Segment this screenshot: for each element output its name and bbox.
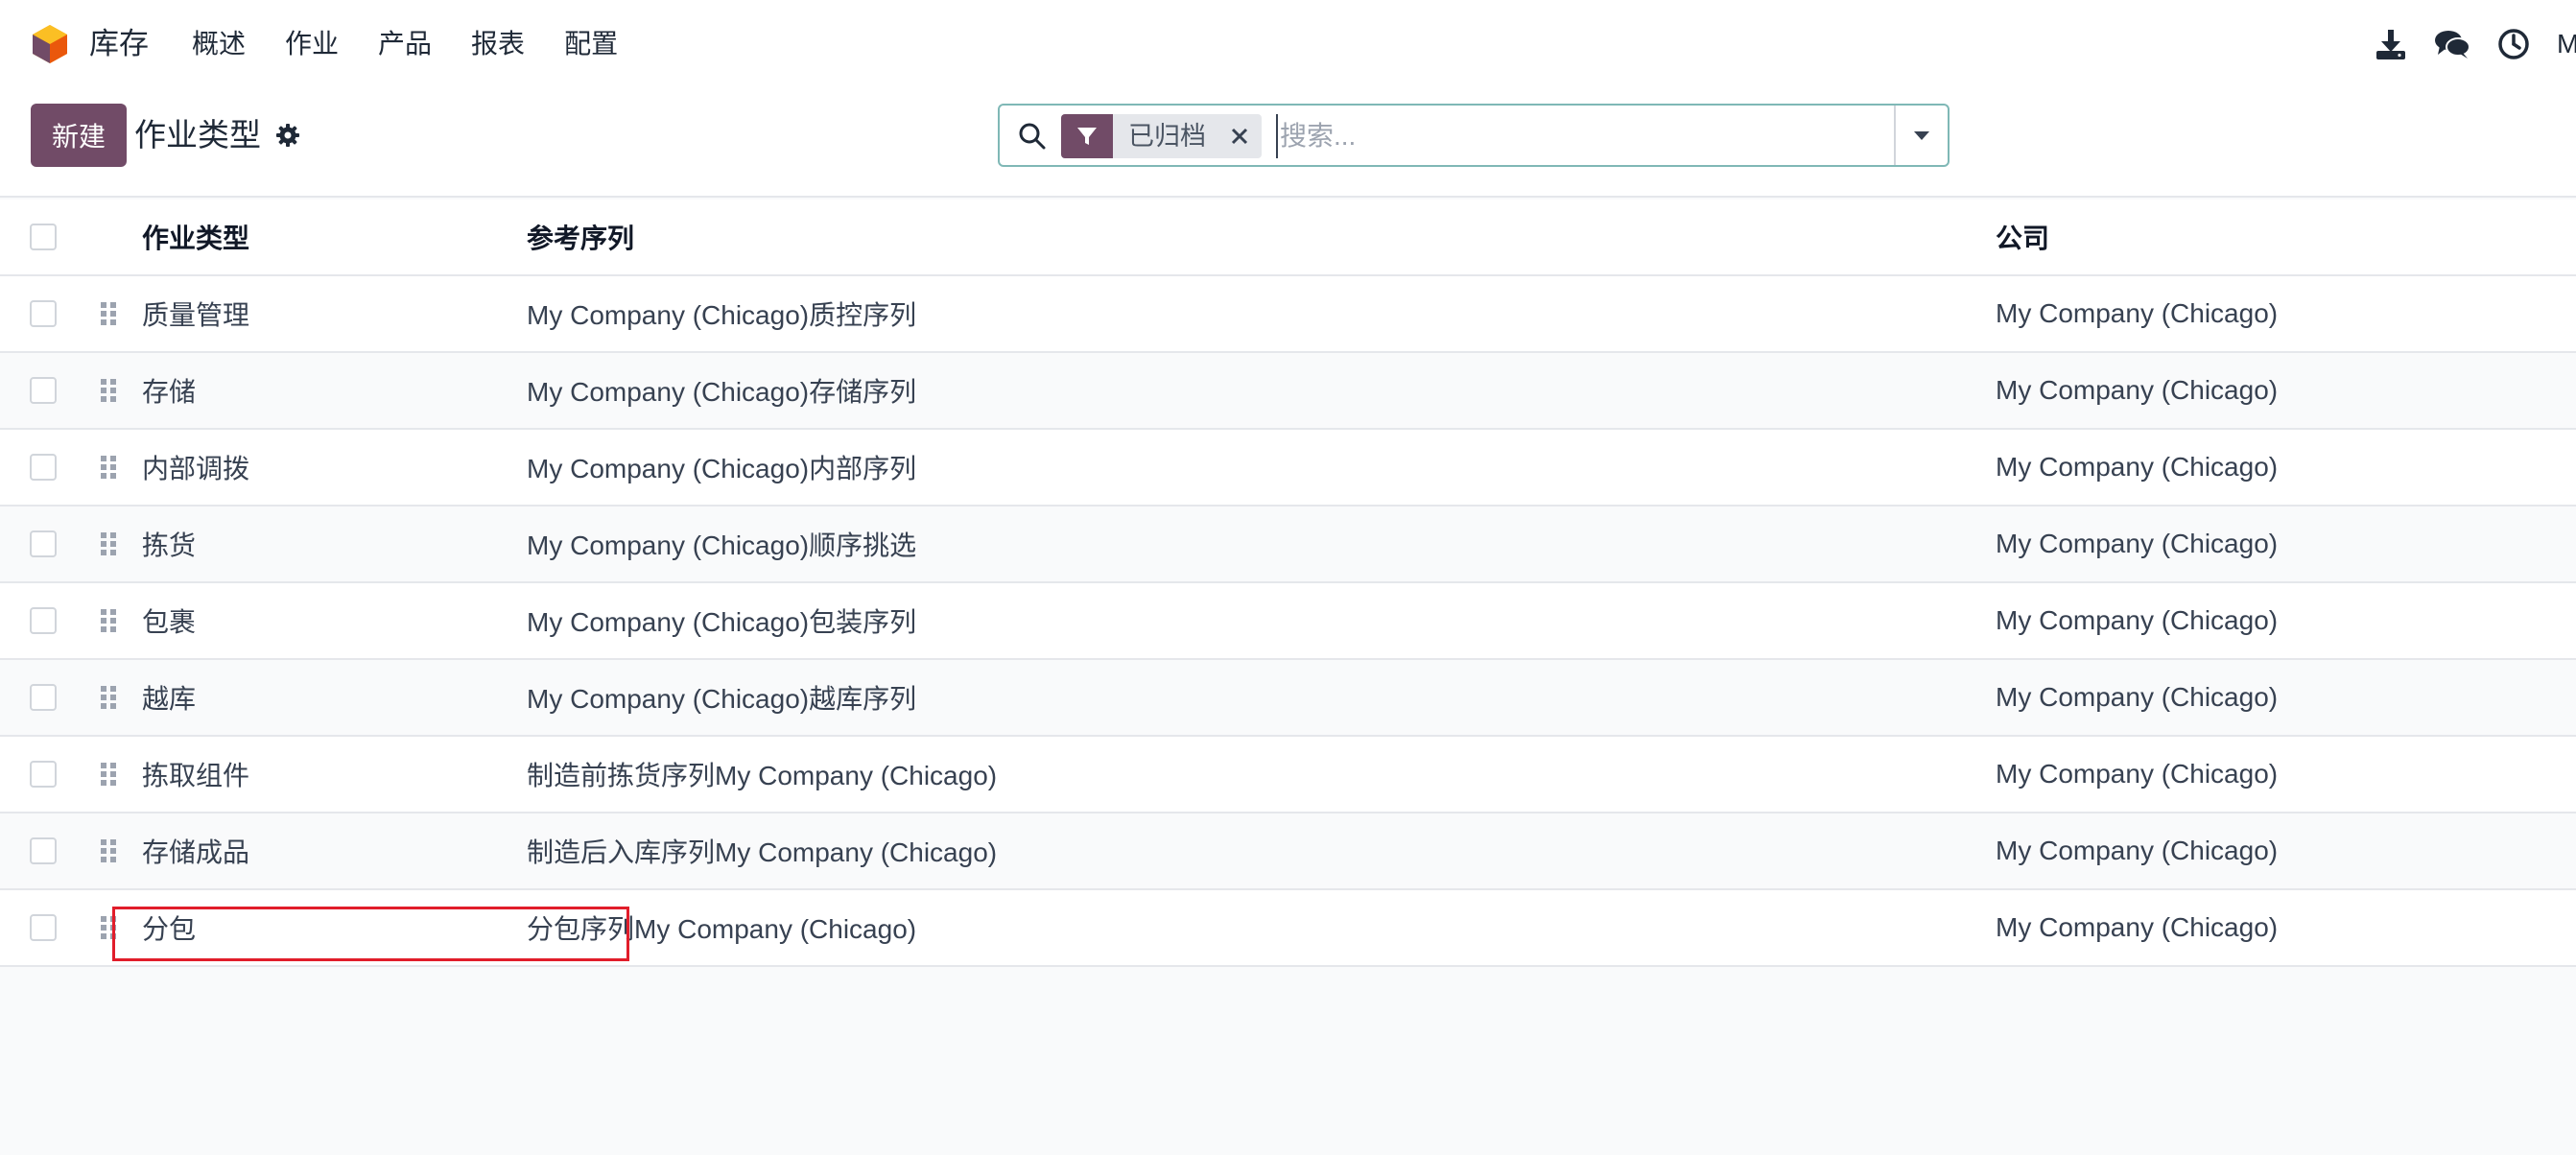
cell-company: My Company (Chicago) — [1996, 375, 2279, 405]
cell-company: My Company (Chicago) — [1996, 836, 2279, 865]
drag-handle-icon[interactable] — [99, 583, 120, 658]
search-input[interactable] — [1276, 114, 1832, 158]
table-row[interactable]: 越库 My Company (Chicago)越库序列 My Company (Ch… — [0, 660, 2576, 737]
inventory-app-logo-icon[interactable] — [29, 23, 71, 65]
row-checkbox-cell — [30, 660, 59, 735]
drag-handle-icon[interactable] — [99, 507, 120, 581]
user-menu[interactable]: M — [2557, 29, 2576, 59]
cell-operation-type: 拣取组件 — [142, 761, 250, 790]
cell-operation-type: 存储 — [142, 377, 197, 407]
drag-handle-icon[interactable] — [99, 353, 120, 428]
search-bar: 已归档 — [998, 104, 1950, 167]
row-checkbox-cell — [30, 507, 59, 581]
cell-operation-type: 分包 — [142, 914, 197, 944]
table-row[interactable]: 分包 分包序列My Company (Chicago) My Company (Ch… — [0, 890, 2576, 967]
row-checkbox-cell — [30, 430, 59, 505]
facet-label: 已归档 — [1128, 122, 1206, 151]
row-checkbox[interactable] — [30, 377, 57, 404]
row-checkbox-cell — [30, 813, 59, 888]
app-name[interactable]: 库存 — [89, 23, 149, 65]
drag-handle-icon[interactable] — [99, 813, 120, 888]
drag-handle-icon[interactable] — [99, 890, 120, 965]
row-checkbox-cell — [30, 276, 59, 351]
clock-icon[interactable] — [2495, 26, 2532, 62]
top-navbar: 库存 概述 作业 产品 报表 配置 M — [0, 0, 2576, 90]
search-facet-archived: 已归档 — [1061, 114, 1262, 158]
table-header: 作业类型 参考序列 公司 — [0, 200, 2576, 276]
cell-sequence: My Company (Chicago)越库序列 — [527, 684, 917, 714]
drag-handle-icon[interactable] — [99, 737, 120, 812]
table-body: 质量管理 My Company (Chicago)质控序列 My Company (… — [0, 276, 2576, 967]
row-checkbox[interactable] — [30, 530, 57, 557]
search-options-toggle[interactable] — [1894, 106, 1948, 165]
operation-types-table: 作业类型 参考序列 公司 质量管理 My Company (Chicago)质控序… — [0, 200, 2576, 967]
table-row[interactable]: 拣货 My Company (Chicago)顺序挑选 My Company (Ch… — [0, 507, 2576, 583]
cell-company: My Company (Chicago) — [1996, 298, 2279, 328]
main-menu: 概述 作业 产品 报表 配置 — [192, 23, 657, 65]
cell-sequence: 制造前拣货序列My Company (Chicago) — [527, 761, 998, 790]
column-header-sequence[interactable]: 参考序列 — [527, 200, 634, 274]
menu-item-reporting[interactable]: 报表 — [471, 23, 525, 65]
cell-operation-type: 拣货 — [142, 530, 197, 560]
row-checkbox[interactable] — [30, 684, 57, 711]
row-checkbox-cell — [30, 737, 59, 812]
select-all-checkbox[interactable] — [30, 224, 57, 250]
cell-sequence: My Company (Chicago)存储序列 — [527, 377, 917, 407]
header-checkbox-cell — [30, 200, 59, 274]
row-checkbox[interactable] — [30, 761, 57, 788]
row-checkbox[interactable] — [30, 837, 57, 864]
cell-company: My Company (Chicago) — [1996, 605, 2279, 635]
row-checkbox-cell — [30, 583, 59, 658]
column-header-company[interactable]: 公司 — [1996, 200, 2049, 274]
new-button[interactable]: 新建 — [31, 104, 127, 167]
column-header-operation-type[interactable]: 作业类型 — [142, 200, 249, 274]
drag-handle-icon[interactable] — [99, 660, 120, 735]
search-icon[interactable] — [1017, 121, 1048, 152]
cell-company: My Company (Chicago) — [1996, 682, 2279, 712]
cell-operation-type: 存储成品 — [142, 837, 250, 867]
cell-company: My Company (Chicago) — [1996, 912, 2279, 942]
cell-operation-type: 越库 — [142, 684, 197, 714]
table-row[interactable]: 内部调拨 My Company (Chicago)内部序列 My Company (… — [0, 430, 2576, 507]
systray: M — [2373, 23, 2576, 65]
close-icon[interactable] — [1217, 114, 1262, 158]
cell-operation-type: 包裹 — [142, 607, 197, 637]
cell-sequence: My Company (Chicago)内部序列 — [527, 454, 917, 483]
cell-operation-type: 内部调拨 — [142, 454, 250, 483]
cell-company: My Company (Chicago) — [1996, 759, 2279, 789]
row-checkbox-cell — [30, 890, 59, 965]
download-icon[interactable] — [2373, 26, 2409, 62]
chat-icon[interactable] — [2434, 26, 2470, 62]
cell-sequence: My Company (Chicago)包装序列 — [527, 607, 917, 637]
menu-item-configuration[interactable]: 配置 — [564, 23, 618, 65]
drag-handle-icon[interactable] — [99, 430, 120, 505]
menu-item-operations[interactable]: 作业 — [285, 23, 339, 65]
page-title: 作业类型 — [134, 117, 261, 153]
cell-sequence: My Company (Chicago)顺序挑选 — [527, 530, 917, 560]
row-checkbox[interactable] — [30, 300, 57, 327]
table-row[interactable]: 拣取组件 制造前拣货序列My Company (Chicago) My Compan… — [0, 737, 2576, 813]
gear-icon[interactable] — [275, 123, 300, 148]
cell-company: My Company (Chicago) — [1996, 529, 2279, 558]
cell-company: My Company (Chicago) — [1996, 452, 2279, 482]
menu-item-products[interactable]: 产品 — [378, 23, 432, 65]
row-checkbox[interactable] — [30, 607, 57, 634]
cell-sequence: 制造后入库序列My Company (Chicago) — [527, 837, 998, 867]
filter-icon — [1061, 114, 1113, 158]
drag-handle-icon[interactable] — [99, 276, 120, 351]
caret-down-icon — [1914, 131, 1929, 140]
control-panel: 新建 作业类型 已归档 — [0, 90, 2576, 198]
row-checkbox[interactable] — [30, 454, 57, 481]
row-checkbox[interactable] — [30, 914, 57, 941]
table-row[interactable]: 质量管理 My Company (Chicago)质控序列 My Company (… — [0, 276, 2576, 353]
table-row[interactable]: 存储 My Company (Chicago)存储序列 My Company (Ch… — [0, 353, 2576, 430]
row-checkbox-cell — [30, 353, 59, 428]
cell-sequence: My Company (Chicago)质控序列 — [527, 300, 917, 330]
cell-sequence: 分包序列My Company (Chicago) — [527, 914, 917, 944]
table-row[interactable]: 包裹 My Company (Chicago)包装序列 My Company (Ch… — [0, 583, 2576, 660]
menu-item-overview[interactable]: 概述 — [192, 23, 246, 65]
table-row[interactable]: 存储成品 制造后入库序列My Company (Chicago) My Compan… — [0, 813, 2576, 890]
cell-operation-type: 质量管理 — [142, 300, 250, 330]
